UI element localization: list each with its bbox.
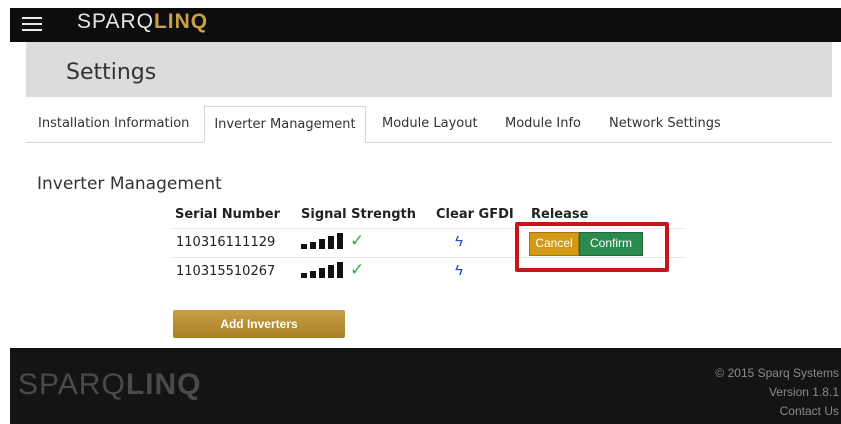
signal-strength: ✓ <box>301 260 381 280</box>
signal-bar <box>319 239 325 249</box>
signal-bar <box>328 236 334 249</box>
tab-module-layout[interactable]: Module Layout <box>382 106 478 142</box>
hamburger-menu-icon[interactable] <box>22 17 42 33</box>
column-header-signal: Signal Strength <box>301 207 416 222</box>
signal-strength: ✓ <box>301 231 381 251</box>
check-icon: ✓ <box>350 260 365 279</box>
version-text: Version 1.8.1 <box>768 385 839 399</box>
tab-bar: Installation Information Inverter Manage… <box>26 106 832 143</box>
tab-network-settings[interactable]: Network Settings <box>609 106 721 142</box>
signal-bar <box>337 233 343 249</box>
column-header-clear-gfdi: Clear GFDI <box>436 207 514 222</box>
lightning-bolt-icon[interactable]: ϟ <box>455 262 463 279</box>
release-highlight-box <box>515 222 669 272</box>
top-bar: SPARQLINQ <box>10 8 841 42</box>
lightning-bolt-icon[interactable]: ϟ <box>455 233 463 250</box>
settings-header: Settings <box>26 42 832 97</box>
signal-bar <box>301 244 307 249</box>
logo-suffix: LINQ <box>125 368 202 401</box>
add-inverters-button[interactable]: Add Inverters <box>173 310 345 338</box>
signal-bar <box>301 273 307 278</box>
footer-logo: SPARQLINQ <box>18 368 201 402</box>
footer: SPARQLINQ © 2015 Sparq Systems Version 1… <box>10 348 841 424</box>
column-header-release: Release <box>531 207 589 222</box>
signal-bar <box>310 242 316 249</box>
signal-bar <box>310 271 316 278</box>
serial-number: 110315510267 <box>176 264 276 279</box>
copyright-text: © 2015 Sparq Systems <box>715 366 839 380</box>
tab-installation-information[interactable]: Installation Information <box>38 106 189 142</box>
logo-prefix: SPARQ <box>77 10 154 33</box>
page-title: Settings <box>66 60 157 85</box>
section-title: Inverter Management <box>37 174 222 194</box>
column-header-serial: Serial Number <box>175 207 281 222</box>
tab-inverter-management[interactable]: Inverter Management <box>204 106 366 143</box>
tab-module-info[interactable]: Module Info <box>505 106 581 142</box>
logo-prefix: SPARQ <box>18 368 126 401</box>
main-content: Settings Installation Information Invert… <box>10 42 841 348</box>
signal-bar <box>328 265 334 278</box>
contact-link[interactable]: Contact Us <box>780 404 839 418</box>
signal-bar <box>319 268 325 278</box>
check-icon: ✓ <box>350 231 365 250</box>
logo-suffix: LINQ <box>153 10 209 33</box>
signal-bar <box>337 262 343 278</box>
app-logo: SPARQLINQ <box>77 10 208 34</box>
serial-number: 110316111129 <box>176 235 276 250</box>
